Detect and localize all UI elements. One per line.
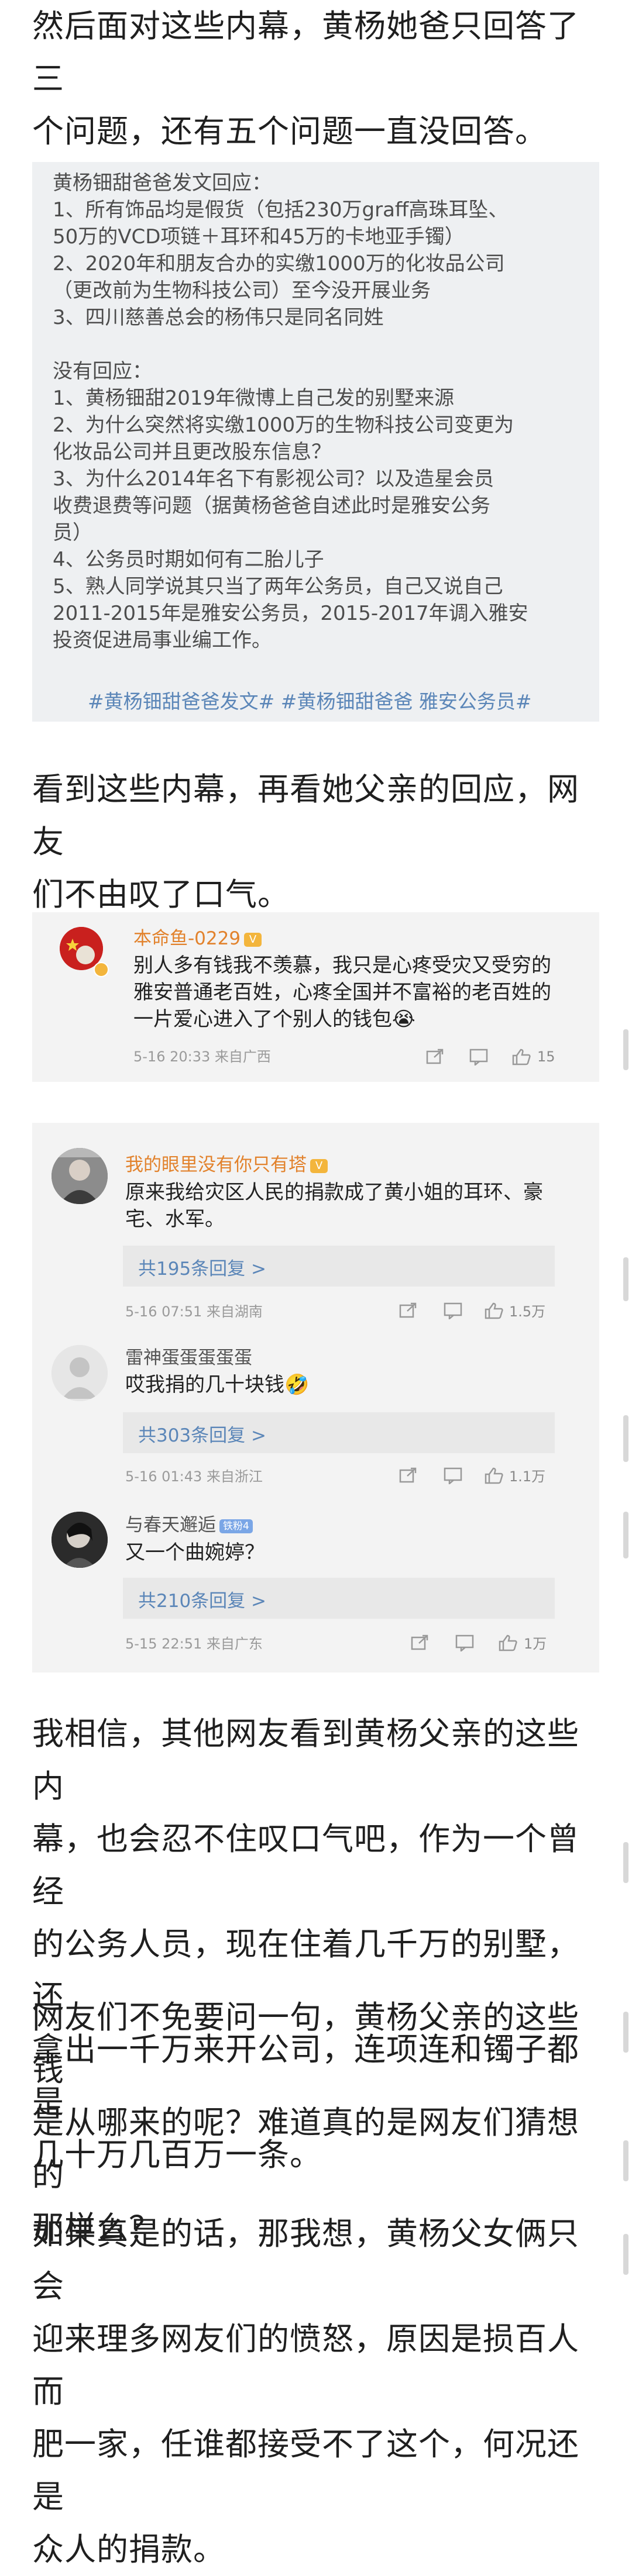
share-icon[interactable] [398,1302,419,1319]
scroll-indicator [623,2234,628,2275]
scroll-indicator [623,2012,628,2053]
like-count: 1.5万 [509,1303,546,1320]
verified-badge-icon [94,962,109,977]
scroll-indicator [623,1842,628,1883]
share-icon[interactable] [410,1634,431,1651]
like-count: 15 [537,1049,555,1065]
comment-text: 又一个曲婉婷？ [125,1541,265,1564]
like-icon[interactable] [511,1048,532,1065]
comment-icon[interactable] [442,1302,463,1319]
comment-username[interactable]: 与春天邂逅 铁粉4 [125,1513,253,1537]
avatar[interactable] [51,1345,108,1401]
comment-meta: 5-16 20:33 来自广西 [133,1049,271,1065]
scroll-indicator [623,1512,628,1558]
comment-username[interactable]: 本命鱼-0229 V [133,927,262,950]
comment-username[interactable]: 我的眼里没有你只有塔 V [125,1153,328,1177]
comment-text: 别人多有钱我不羡慕，我只是心疼受灾又受穷的 雅安普通老百姓，心疼全国并不富裕的老… [133,954,551,1031]
reply-count-button[interactable]: 共210条回复 > [123,1578,555,1619]
notice-hashtags[interactable]: #黄杨钿甜爸爸发文# #黄杨钿甜爸爸 雅安公务员# [88,689,532,715]
scroll-indicator [623,2140,628,2181]
like-icon[interactable] [483,1302,504,1319]
share-icon[interactable] [398,1467,419,1484]
notice-body: 黄杨钿甜爸爸发文回应： 1、所有饰品均是假货（包括230万graff高珠耳坠、 … [53,171,528,652]
vip-badge: V [310,1158,328,1173]
comment-meta: 5-16 07:51 来自湖南 [125,1303,263,1320]
comment-icon[interactable] [442,1467,463,1484]
comment-text: 哎我捐的几十块钱🤣 [125,1373,310,1396]
like-icon[interactable] [497,1634,518,1651]
article-paragraph-1: 然后面对这些内幕，黄杨她爸只回答了三 个问题，还有五个问题一直没回答。 [32,8,579,150]
scroll-indicator [623,1415,628,1462]
vip-badge: V [244,932,262,947]
comment-meta: 5-16 01:43 来自浙江 [125,1468,263,1485]
article-paragraph-2: 看到这些内幕，再看她父亲的回应，网友 们不由叹了口气。 [32,771,579,913]
comment-icon[interactable] [454,1634,475,1651]
like-count: 1.1万 [509,1468,546,1485]
comment-icon[interactable] [468,1048,489,1065]
avatar[interactable] [51,1512,108,1568]
comment-meta: 5-15 22:51 来自广东 [125,1636,263,1652]
like-count: 1万 [524,1636,547,1652]
share-icon[interactable] [425,1048,446,1065]
scroll-indicator [623,1257,628,1301]
avatar[interactable] [51,1148,108,1204]
reply-count-button[interactable]: 共303条回复 > [123,1412,555,1453]
article-paragraph-5: 如果真是的话，那我想，黄杨父女俩只会 迎来理多网友们的愤怒，原因是损百人而 肥一… [32,2215,579,2568]
scroll-indicator [623,1029,628,1070]
comment-text: 原来我给灾区人民的捐款成了黄小姐的耳环、豪 宅、水军。 [125,1181,543,1231]
reply-count-button[interactable]: 共195条回复 > [123,1246,555,1287]
like-icon[interactable] [483,1467,504,1484]
fan-level-badge: 铁粉4 [219,1519,253,1533]
comment-username[interactable]: 雷神蛋蛋蛋蛋蛋 [125,1346,252,1370]
